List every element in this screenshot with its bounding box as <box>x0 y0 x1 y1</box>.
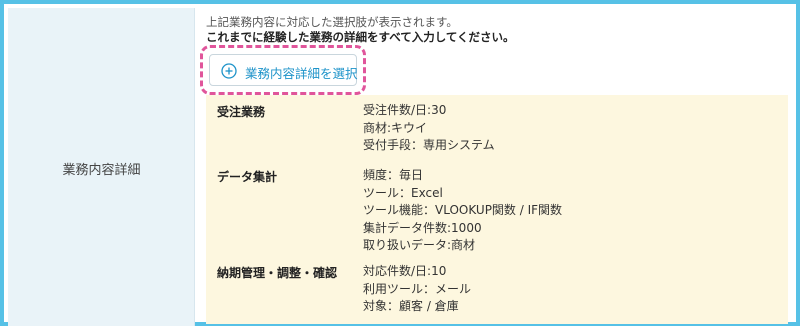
select-details-button-label: 業務内容詳細を選択 <box>245 66 358 81</box>
row-label-cell: 業務内容詳細 <box>8 8 195 326</box>
form-frame: 業務内容詳細 上記業務内容に対応した選択肢が表示されます。 これまでに経験した業… <box>0 0 800 326</box>
entry-detail-line: 対象：顧客 / 倉庫 <box>363 299 459 313</box>
entry-detail-line: 対応件数/日:10 <box>363 264 447 278</box>
entry-detail-line: 受注件数/日:30 <box>363 103 447 117</box>
row-label: 業務内容詳細 <box>62 163 141 178</box>
row-content-cell: 上記業務内容に対応した選択肢が表示されます。 これまでに経験した業務の詳細をすべ… <box>196 8 800 326</box>
plus-circle-icon <box>221 63 237 79</box>
selected-details-panel: 受注業務 受注件数/日:30 商材:キウイ 受付手段：専用システム データ集計 … <box>206 95 788 324</box>
entry-detail-line: 集計データ件数:1000 <box>363 220 482 235</box>
entry-detail-line: 商材:キウイ <box>363 120 428 135</box>
entry-detail-line: 頻度：毎日 <box>363 168 424 182</box>
entry-detail-line: 利用ツール：メール <box>363 281 472 296</box>
select-details-button[interactable]: 業務内容詳細を選択 <box>209 54 358 86</box>
entry-details: 頻度：毎日 ツール：Excel ツール機能：VLOOKUP関数 / IF関数 集… <box>363 167 562 255</box>
entry-detail-line: 受付手段：専用システム <box>363 138 495 152</box>
description-line-1: 上記業務内容に対応した選択肢が表示されます。 <box>206 15 458 29</box>
entry-detail-line: ツール機能：VLOOKUP関数 / IF関数 <box>363 203 563 217</box>
entry-detail-line: ツール：Excel <box>363 185 443 200</box>
entry-details: 受注件数/日:30 商材:キウイ 受付手段：専用システム <box>363 102 495 155</box>
entry-category: 納期管理・調整・確認 <box>217 266 338 280</box>
entry-detail-line: 取り扱いデータ:商材 <box>363 238 476 252</box>
entry-category: データ集計 <box>217 170 278 184</box>
description-line-2: これまでに経験した業務の詳細をすべて入力してください。 <box>206 30 515 44</box>
entry-details: 対応件数/日:10 利用ツール：メール 対象：顧客 / 倉庫 <box>363 263 471 316</box>
entry-category: 受注業務 <box>217 105 266 119</box>
